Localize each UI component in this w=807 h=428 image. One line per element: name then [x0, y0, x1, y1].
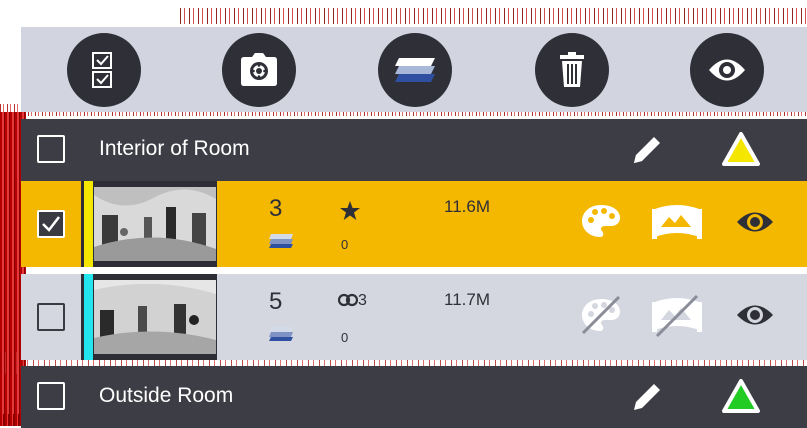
panorama-view-disabled-icon[interactable]: [651, 294, 703, 338]
status-triangle-icon[interactable]: [721, 378, 761, 414]
edit-pencil-icon[interactable]: [630, 133, 664, 167]
scan-link-count: 3: [358, 292, 367, 309]
scan-checkbox-area[interactable]: [21, 274, 81, 360]
panorama-view-icon[interactable]: [651, 201, 703, 245]
group-checkbox[interactable]: [37, 135, 65, 163]
group-name: Outside Room: [99, 384, 234, 407]
scan-eye-icon[interactable]: [735, 302, 775, 328]
group-header-interior: Interior of Room: [21, 119, 807, 181]
scan-row[interactable]: 5 3 0 11.7M: [21, 274, 807, 360]
scan-sub-count: 0: [341, 237, 349, 252]
scan-sub-count: 0: [341, 330, 349, 345]
panorama-thumbnail-image: [94, 280, 216, 354]
warning-triangle-icon[interactable]: [721, 131, 761, 167]
palette-icon[interactable]: [581, 203, 621, 239]
group-name: Interior of Room: [99, 137, 250, 160]
scan-link-stat: 3: [337, 292, 367, 310]
scan-checkbox-checked[interactable]: [37, 210, 65, 238]
scan-thumbnail[interactable]: [94, 280, 216, 354]
scan-eye-icon[interactable]: [735, 209, 775, 235]
scan-size: 11.7M: [444, 290, 490, 309]
scan-thumbnail[interactable]: [94, 187, 216, 261]
trash-icon: [560, 52, 584, 87]
scan-size: 11.6M: [444, 197, 490, 216]
scan-checkbox-area[interactable]: [21, 181, 81, 267]
camera-button[interactable]: [222, 33, 296, 107]
layers-icon: [269, 234, 293, 248]
group-checkbox[interactable]: [37, 382, 65, 410]
visibility-button[interactable]: [690, 33, 764, 107]
scan-color-bar: [84, 181, 93, 267]
layers-icon: [395, 58, 435, 82]
group-header-outside: Outside Room: [21, 366, 807, 428]
layers-button[interactable]: [378, 33, 452, 107]
point-cloud-top: [180, 8, 807, 24]
palette-disabled-icon[interactable]: [581, 296, 621, 334]
panorama-thumbnail-image: [94, 187, 216, 261]
eye-icon: [709, 59, 745, 81]
scan-count: 5: [269, 288, 283, 315]
scan-count: 3: [269, 195, 283, 222]
select-all-button[interactable]: [67, 33, 141, 107]
select-all-checklist-icon: [92, 52, 112, 88]
scan-row[interactable]: 3 0 11.6M: [21, 181, 807, 267]
camera-icon: [241, 53, 277, 86]
toolbar: [21, 27, 807, 112]
layers-icon: [269, 327, 293, 341]
link-icon: [337, 293, 359, 307]
scan-checkbox[interactable]: [37, 303, 65, 331]
checkmark-icon: [42, 216, 60, 232]
edit-pencil-icon[interactable]: [630, 380, 664, 414]
scan-color-bar: [84, 274, 93, 360]
delete-button[interactable]: [535, 33, 609, 107]
star-icon: [340, 201, 360, 220]
